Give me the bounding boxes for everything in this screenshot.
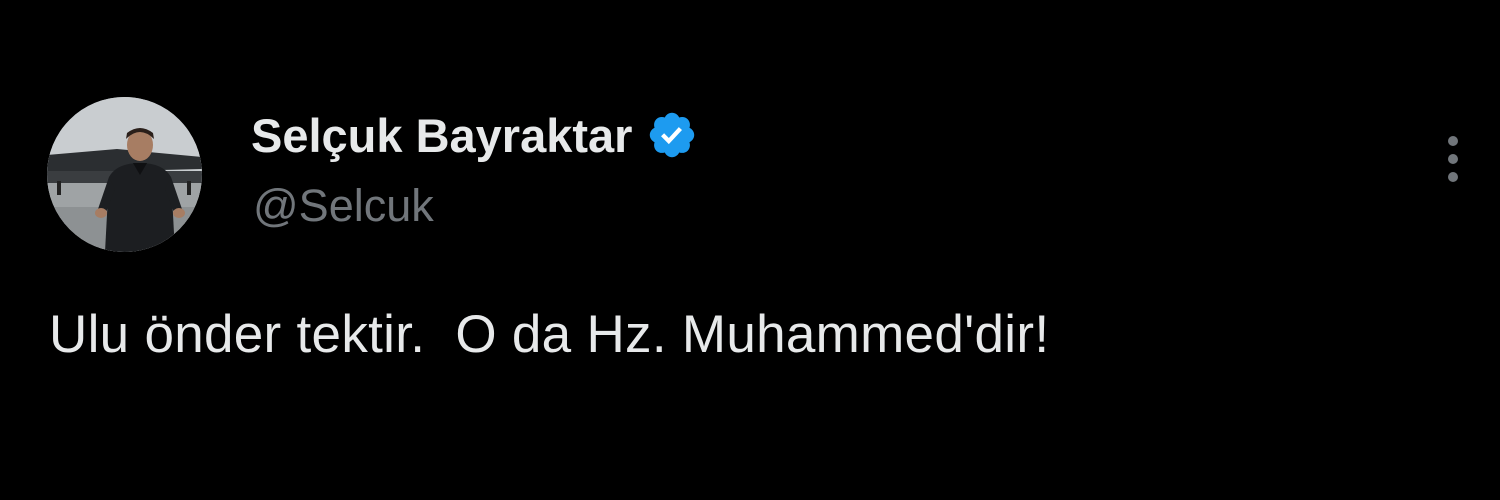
avatar[interactable] [47, 97, 202, 252]
author-name-row: Selçuk Bayraktar [251, 103, 698, 167]
more-options-button[interactable] [1438, 133, 1468, 189]
tweet-card: Selçuk Bayraktar @Selcuk Ulu önder tekti… [0, 0, 1500, 500]
verified-badge-icon [646, 109, 698, 161]
tweet-text: Ulu önder tektir. O da Hz. Muhammed'dir! [49, 305, 1050, 364]
author-display-name[interactable]: Selçuk Bayraktar [251, 108, 632, 163]
more-vertical-icon [1448, 136, 1458, 182]
author-handle[interactable]: @Selcuk [253, 180, 434, 232]
avatar-photo-icon [47, 97, 202, 252]
